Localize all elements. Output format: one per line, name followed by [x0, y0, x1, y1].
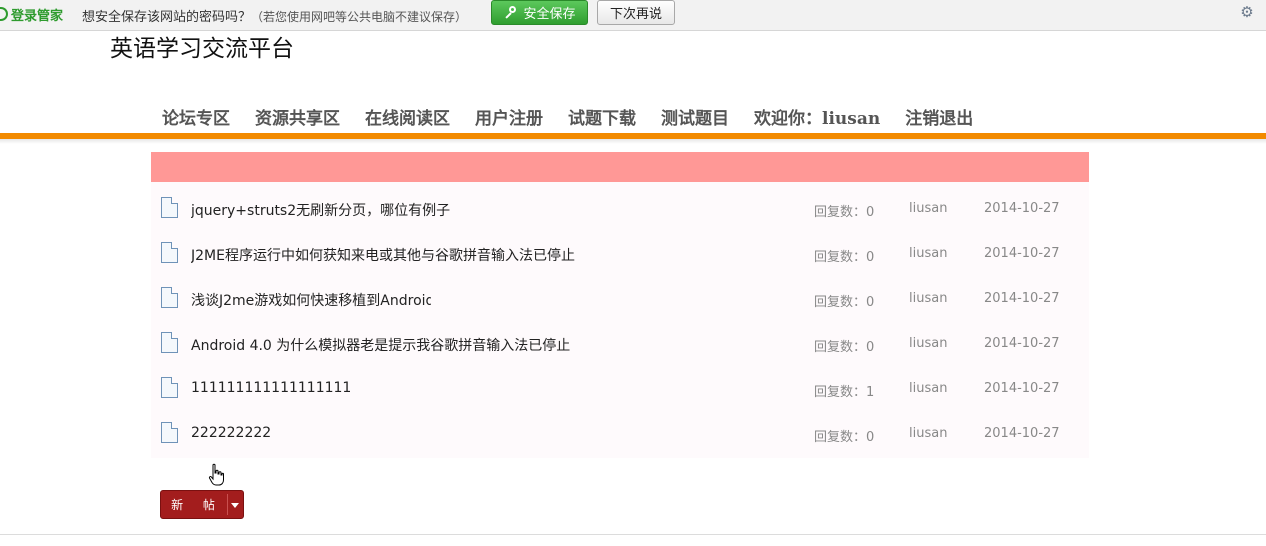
- nav-item-exam-download[interactable]: 试题下载: [568, 104, 636, 129]
- topic-row: Android 4.0 为什么模拟器老是提示我谷歌拼音输入法已停止 回复数：0 …: [151, 317, 1089, 362]
- new-post-label: 新 帖: [171, 498, 223, 512]
- topic-title-link[interactable]: 浅谈J2me游戏如何快速移植到Android: [191, 290, 431, 310]
- gear-icon[interactable]: ⚙: [1240, 5, 1254, 20]
- reply-count: 回复数：0: [814, 430, 875, 445]
- topic-title-link[interactable]: Android 4.0 为什么模拟器老是提示我谷歌拼音输入法已停止: [191, 335, 611, 355]
- topic-date: 2014-10-27: [984, 426, 1060, 441]
- reply-count: 回复数：0: [814, 295, 875, 310]
- document-icon: [161, 422, 178, 443]
- topic-list-header: [151, 152, 1089, 182]
- topic-row: 浅谈J2me游戏如何快速移植到Android 回复数：0 liusan 2014…: [151, 272, 1089, 317]
- nav-item-welcome-user[interactable]: 欢迎你：liusan: [754, 104, 880, 129]
- document-icon: [161, 332, 178, 353]
- topic-row: J2ME程序运行中如何获知来电或其他与谷歌拼音输入法已停止 回复数：0 lius…: [151, 227, 1089, 272]
- reply-count: 回复数：0: [814, 340, 875, 355]
- topic-title-link[interactable]: J2ME程序运行中如何获知来电或其他与谷歌拼音输入法已停止: [191, 245, 611, 265]
- nav-item-register[interactable]: 用户注册: [475, 104, 543, 129]
- hand-cursor-icon: [208, 463, 224, 486]
- secure-save-label: 安全保存: [523, 7, 576, 22]
- reply-count: 回复数：1: [814, 385, 875, 400]
- document-icon: [161, 197, 178, 218]
- document-icon: [161, 242, 178, 263]
- nav-item-online-reading[interactable]: 在线阅读区: [365, 104, 450, 129]
- new-post-separator: [227, 494, 228, 515]
- save-password-text: 想安全保存该网站的密码吗？: [82, 10, 252, 25]
- topic-author: liusan: [909, 291, 948, 306]
- save-password-hint: （若您使用网吧等公共电脑不建议保存）: [251, 10, 468, 24]
- not-now-button[interactable]: 下次再说: [597, 0, 675, 25]
- secure-save-button[interactable]: 安全保存: [491, 0, 588, 25]
- document-icon: [161, 377, 178, 398]
- reply-count: 回复数：0: [814, 250, 875, 265]
- topic-date: 2014-10-27: [984, 246, 1060, 261]
- footer-divider: [0, 534, 1266, 535]
- document-icon: [161, 287, 178, 308]
- topic-row: 111111111111111111 回复数：1 liusan 2014-10-…: [151, 362, 1089, 407]
- key-icon: [503, 5, 517, 20]
- topic-author: liusan: [909, 381, 948, 396]
- login-manager-label: 登录管家: [11, 8, 64, 24]
- new-post-button[interactable]: 新 帖: [160, 490, 244, 519]
- topic-title-link[interactable]: jquery+struts2无刷新分页，哪位有例子: [191, 200, 611, 220]
- login-manager-logo-icon: [0, 7, 8, 21]
- topic-list: jquery+struts2无刷新分页，哪位有例子 回复数：0 liusan 2…: [151, 182, 1089, 458]
- site-title: 英语学习交流平台: [110, 36, 294, 62]
- save-password-question: 想安全保存该网站的密码吗？（若您使用网吧等公共电脑不建议保存）: [82, 6, 467, 25]
- topic-date: 2014-10-27: [984, 381, 1060, 396]
- nav-item-logout[interactable]: 注销退出: [905, 104, 973, 129]
- topic-title-link[interactable]: 111111111111111111: [191, 380, 431, 396]
- nav-item-forum[interactable]: 论坛专区: [162, 104, 230, 129]
- topic-date: 2014-10-27: [984, 336, 1060, 351]
- reply-count: 回复数：0: [814, 205, 875, 220]
- caret-down-icon[interactable]: [231, 503, 239, 508]
- topic-author: liusan: [909, 336, 948, 351]
- login-manager-brand: 登录管家: [0, 5, 64, 24]
- topic-date: 2014-10-27: [984, 201, 1060, 216]
- topic-author: liusan: [909, 426, 948, 441]
- main-nav: 论坛专区 资源共享区 在线阅读区 用户注册 试题下载 测试题目 欢迎你：lius…: [162, 104, 998, 129]
- not-now-label: 下次再说: [609, 7, 662, 22]
- topic-row: jquery+struts2无刷新分页，哪位有例子 回复数：0 liusan 2…: [151, 182, 1089, 227]
- topic-date: 2014-10-27: [984, 291, 1060, 306]
- topic-author: liusan: [909, 201, 948, 216]
- nav-item-resource-share[interactable]: 资源共享区: [255, 104, 340, 129]
- password-save-bar: 登录管家 想安全保存该网站的密码吗？（若您使用网吧等公共电脑不建议保存） 安全保…: [0, 0, 1266, 31]
- nav-divider-shadow: [0, 139, 1266, 144]
- nav-item-tests[interactable]: 测试题目: [661, 104, 729, 129]
- topic-row: 222222222 回复数：0 liusan 2014-10-27: [151, 407, 1089, 452]
- topic-author: liusan: [909, 246, 948, 261]
- topic-title-link[interactable]: 222222222: [191, 425, 431, 441]
